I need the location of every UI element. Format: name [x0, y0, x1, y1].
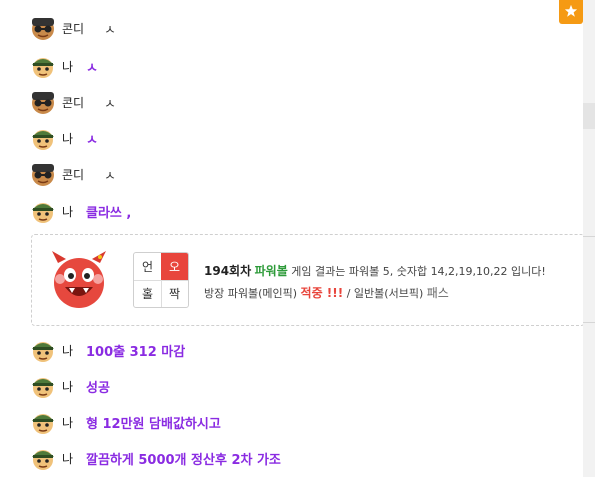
- nickname[interactable]: 콘디: [62, 166, 100, 183]
- grid-cell-odd: 홀: [134, 280, 162, 307]
- result-line-2: 방장 파워볼(메인픽) 적중 !!! / 일반볼(서브픽) 패스: [204, 284, 449, 301]
- avatar-me[interactable]: [30, 198, 56, 224]
- message-text: ㅅ: [86, 60, 98, 76]
- chat-message: 콘디 ㅅ: [30, 160, 116, 188]
- chat-message: 나 ㅅ: [30, 52, 98, 80]
- main-pick-label: 방장 파워볼(메인픽): [204, 287, 298, 300]
- avatar-me[interactable]: [30, 125, 56, 151]
- chat-message: 나 형 12만원 담배값하시고: [30, 408, 221, 436]
- nickname[interactable]: 콘디: [62, 20, 100, 37]
- chat-message: 나 클라쓰 ,: [30, 197, 131, 225]
- scroll-thumb[interactable]: [583, 103, 595, 129]
- panel-divider: [583, 236, 595, 237]
- nickname[interactable]: 나: [62, 342, 82, 359]
- nickname[interactable]: 나: [62, 203, 82, 220]
- chat-message: 나 100출 312 마감: [30, 336, 185, 364]
- round-number: 194회차: [204, 264, 252, 278]
- message-text: 성공: [86, 380, 110, 396]
- message-text: 형 12만원 담배값하시고: [86, 416, 221, 432]
- favorite-button[interactable]: [559, 0, 583, 24]
- avatar-condi[interactable]: [30, 89, 56, 115]
- avatar-me[interactable]: [30, 53, 56, 79]
- chat-message: 나 ㅅ: [30, 124, 98, 152]
- hit-badge: 적중 !!!: [300, 286, 344, 300]
- message-text: 깔끔하게 5000개 정산후 2차 가조: [86, 452, 281, 468]
- result-line-1: 194회차 파워볼 게임 결과는 파워볼 5, 숫자합 14,2,19,10,2…: [204, 262, 546, 279]
- result-text: 게임 결과는 파워볼 5, 숫자합 14,2,19,10,22 입니다!: [291, 265, 546, 278]
- pass-label: 패스: [426, 286, 449, 300]
- message-text: ㅅ: [86, 132, 98, 148]
- avatar-me[interactable]: [30, 409, 56, 435]
- grid-cell-under: 언: [134, 253, 162, 281]
- message-text: 클라쓰 ,: [86, 205, 132, 221]
- nickname[interactable]: 나: [62, 58, 82, 75]
- game-name: 파워볼: [254, 264, 288, 278]
- message-text: ㅅ: [104, 168, 116, 184]
- panel-divider: [583, 322, 595, 323]
- nickname[interactable]: 나: [62, 450, 82, 467]
- avatar-condi[interactable]: [30, 161, 56, 187]
- avatar-condi[interactable]: [30, 15, 56, 41]
- message-text: ㅅ: [104, 96, 116, 112]
- chat-message: 나 성공: [30, 372, 110, 400]
- nickname[interactable]: 나: [62, 378, 82, 395]
- chat-message: 콘디 ㅅ: [30, 14, 116, 42]
- grid-cell-even: 짝: [168, 287, 181, 301]
- odd-even-grid: 언 오 홀 짝: [133, 252, 189, 308]
- message-text: ㅅ: [104, 22, 116, 38]
- nickname[interactable]: 콘디: [62, 94, 100, 111]
- nickname[interactable]: 나: [62, 414, 82, 431]
- message-text: 100출 312 마감: [86, 344, 186, 360]
- devil-icon: [48, 249, 110, 311]
- star-icon: [564, 3, 578, 22]
- chat-message: 나 깔끔하게 5000개 정산후 2차 가조: [30, 444, 281, 472]
- avatar-me[interactable]: [30, 337, 56, 363]
- sub-pick-label: / 일반볼(서브픽): [346, 287, 424, 300]
- avatar-me[interactable]: [30, 445, 56, 471]
- avatar-me[interactable]: [30, 373, 56, 399]
- nickname[interactable]: 나: [62, 130, 82, 147]
- grid-cell-over: 오: [161, 253, 188, 281]
- chat-message: 콘디 ㅅ: [30, 88, 116, 116]
- right-panel-scrollbar[interactable]: [583, 0, 595, 477]
- game-result-card: 언 오 홀 짝 194회차 파워볼 게임 결과는 파워볼 5, 숫자합 14,2…: [31, 234, 585, 326]
